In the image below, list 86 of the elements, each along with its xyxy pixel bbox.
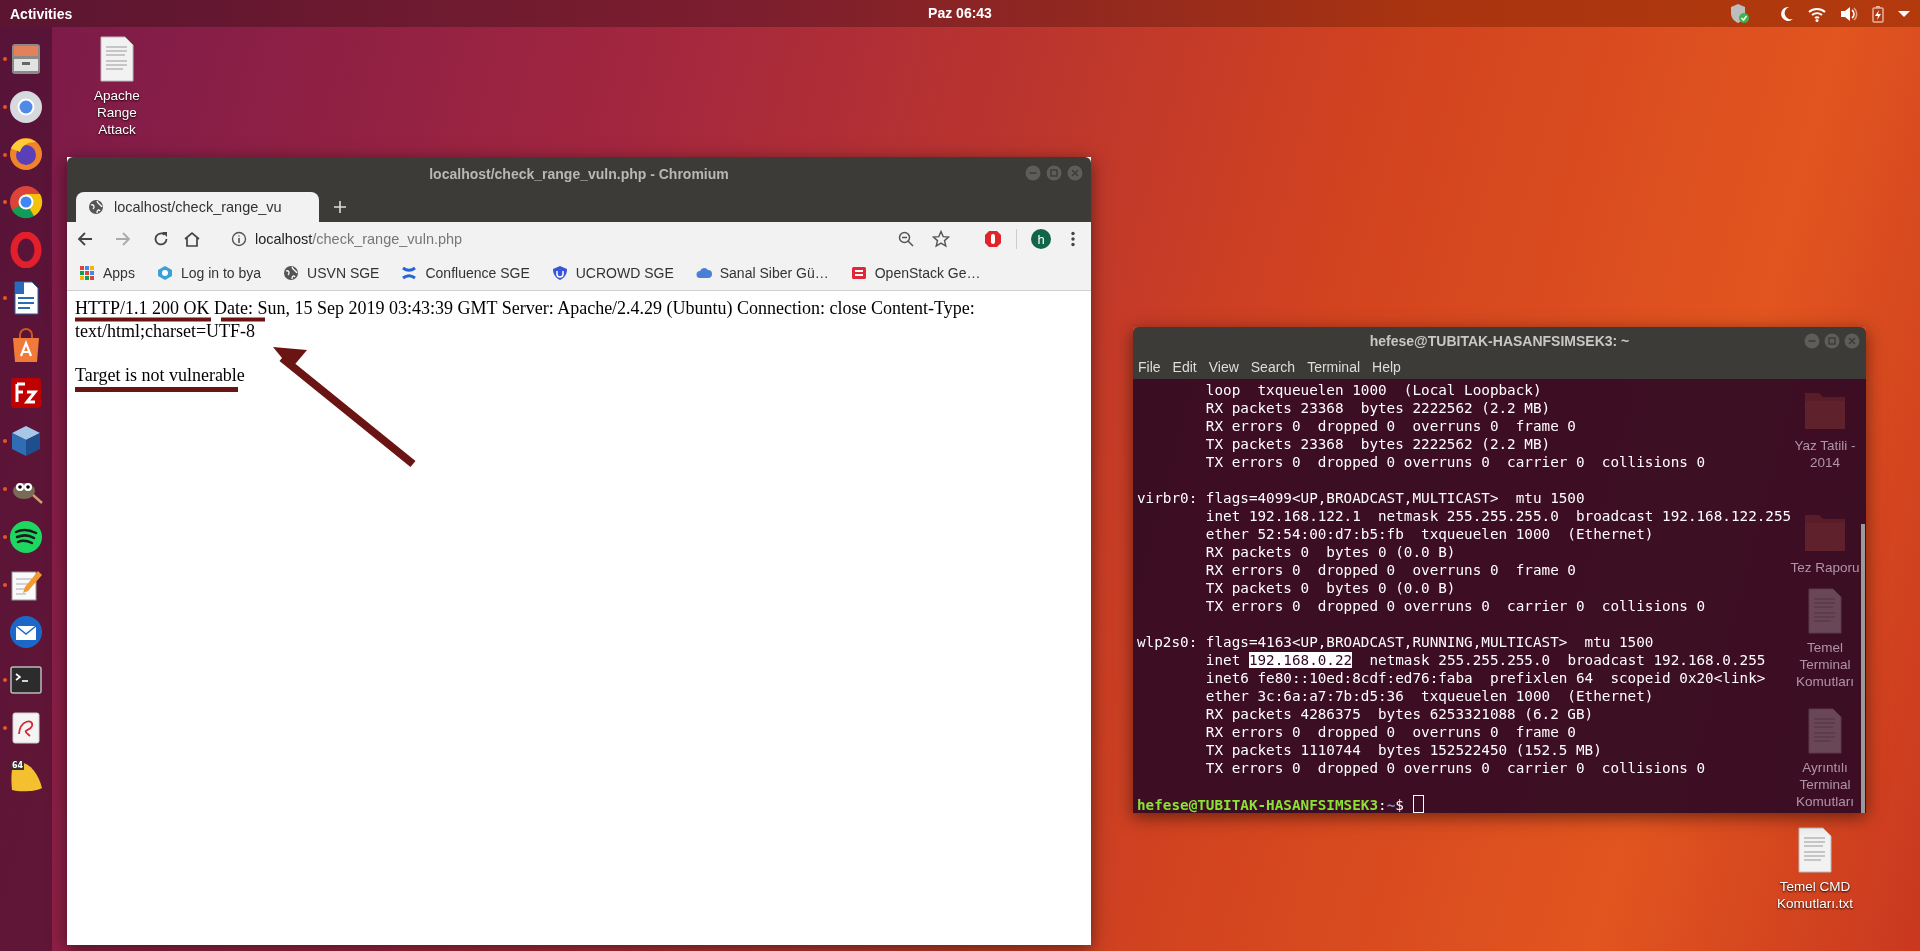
terminal-line: inet6 fe80::10ed:8cdf:ed76:faba prefixlen 64 scopeid 0x20<link> [1204,669,1766,687]
info-icon [231,231,247,247]
icon-label: Apache Range Attack [93,87,141,138]
terminal-line: RX packets 23368 bytes 2222562 (2.2 MB) [1204,399,1551,417]
star-icon[interactable] [932,230,950,248]
terminal-line: TX packets 23368 bytes 2222562 (2.2 MB) [1204,435,1551,453]
icon-label: Ayrıntılı Terminal Komutları [1795,759,1855,810]
sound-waves-icon[interactable] [8,518,44,555]
menu-item[interactable]: Help [1372,358,1401,375]
underline-mark [221,317,265,322]
prompt-path: ~ [1386,797,1396,813]
speaker-icon[interactable] [1840,5,1858,22]
square-logo-icon [850,265,867,281]
terminal-text: inet [1204,652,1242,668]
menu-icon[interactable] [1071,231,1075,247]
bookmark[interactable]: USVN SGE [283,265,380,281]
moon-icon[interactable] [1780,5,1794,22]
fox-globe-icon[interactable] [8,136,44,173]
shield-icon [551,265,568,281]
menu-item[interactable]: View [1208,358,1239,375]
terminal-line: TX packets 1110744 bytes 152522450 (152.5 MB) [1204,741,1602,759]
profile-avatar[interactable]: h [1031,229,1051,249]
terminal-line: RX errors 0 dropped 0 overruns 0 frame 0 [1204,723,1576,741]
globe-icon [88,199,104,215]
terminal-line: RX errors 0 dropped 0 overruns 0 frame 0 [1204,417,1576,435]
globe-icon [283,265,300,281]
terminal-line: virbr0: flags=4099<UP,BROADCAST,MULTICAST> mtu 1500 [1137,489,1585,507]
battery-charging-icon[interactable] [1872,4,1884,23]
cursor [1412,795,1424,813]
ring-icon[interactable] [8,88,44,125]
cross-icon [401,265,418,281]
terminal-line: TX errors 0 dropped 0 overruns 0 carrier 0 collisions 0 [1204,453,1706,471]
scrollbar[interactable] [1861,524,1865,813]
bookmark[interactable]: Apps [79,265,135,281]
icon-label: Temel CMD Komutları.txt [1776,878,1854,912]
activities-button[interactable]: Activities [10,5,73,22]
bookmark[interactable]: UCROWD SGE [551,265,674,281]
terminal-line: RX errors 0 dropped 0 overruns 0 frame 0 [1204,561,1576,579]
terminal-line: ether 52:54:00:d7:b5:fb txqueuelen 1000 (Ethernet) [1204,525,1654,543]
terminal-line: TX errors 0 dropped 0 overruns 0 carrier 0 collisions 0 [1204,597,1706,615]
page-text: HTTP/1.1 200 OK Date: Sun, 15 Sep 2019 03:43:39 GMT Server: Apache/2.4.29 (Ubuntu) Connection: close Content-Type: [75,299,975,317]
icon-label: Tez Raporu [1790,559,1860,576]
cloud-icon [695,265,712,281]
window-title: hefese@TUBITAK-HASANFSIMSEK3: ~ [1369,332,1630,349]
caret-down-icon[interactable] [1898,9,1910,18]
clock[interactable]: Paz 06:43 [928,5,992,21]
prompt-symbol: $ [1395,797,1404,813]
icon-label: Temel Terminal Komutları [1795,639,1855,690]
ring-icon[interactable] [8,184,44,221]
wifi-icon[interactable] [1808,5,1826,22]
terminal-line: ether 3c:6a:a7:7b:d5:36 txqueuelen 1000 (Ethernet) [1204,687,1654,705]
icon-label: 64 [11,760,25,770]
terminal-line: loop txqueuelen 1000 (Local Loopback) [1204,381,1542,399]
terminal-line: wlp2s0: flags=4163<UP,BROADCAST,RUNNING,MULTICAST> mtu 1500 [1137,633,1654,651]
prompt-user: hefese@TUBITAK-HASANFSIMSEK3 [1137,797,1378,813]
bookmark[interactable]: Log in to bya [156,265,262,281]
bookmark[interactable]: OpenStack Ge… [850,265,981,281]
terminal-text: netmask 255.255.255.0 broadcast 192.168.0.255 [1368,652,1766,668]
terminal-line: inet 192.168.122.1 netmask 255.255.255.0 broadcast 192.168.122.255 [1204,507,1792,525]
terminal-line: RX packets 0 bytes 0 (0.0 B) [1204,543,1456,561]
prompt-separator: : [1378,797,1387,813]
page-text: text/html;charset=UTF-8 [75,322,256,340]
window-title: localhost/check_range_vuln.php - Chromium [429,165,729,182]
terminal-line: RX packets 4286375 bytes 6253321088 (6.2 GB) [1204,705,1594,723]
menu-item[interactable]: File [1138,358,1161,375]
zoom-icon[interactable] [898,231,914,247]
new-tab-icon[interactable] [333,200,347,214]
menu-item[interactable]: Terminal [1307,358,1361,375]
bookmark[interactable]: Confluence SGE [401,265,530,281]
terminal-line: TX packets 0 bytes 0 (0.0 B) [1204,579,1456,597]
icon-label: Yaz Tatili - 2014 [1793,437,1857,471]
reload-icon[interactable] [153,231,169,247]
envelope-icon[interactable] [8,614,44,651]
apps-grid-icon [79,265,95,281]
bookmark[interactable]: Sanal Siber Gü… [695,265,829,281]
menu-item[interactable]: Search [1250,358,1296,375]
browser-tab[interactable]: localhost/check_range_vu [76,192,319,222]
hexagon-icon [156,265,173,281]
selected-text: 192.168.0.22 [1248,652,1353,668]
back-icon[interactable] [77,231,93,247]
stop-hand-icon[interactable] [984,230,1002,248]
menu-item[interactable]: Edit [1172,358,1197,375]
terminal-line: TX errors 0 dropped 0 overruns 0 carrier 0 collisions 0 [1204,759,1706,777]
home-icon[interactable] [183,231,201,247]
page-text: Target is not vulnerable [75,366,245,384]
shield-check-icon[interactable] [1730,2,1750,25]
